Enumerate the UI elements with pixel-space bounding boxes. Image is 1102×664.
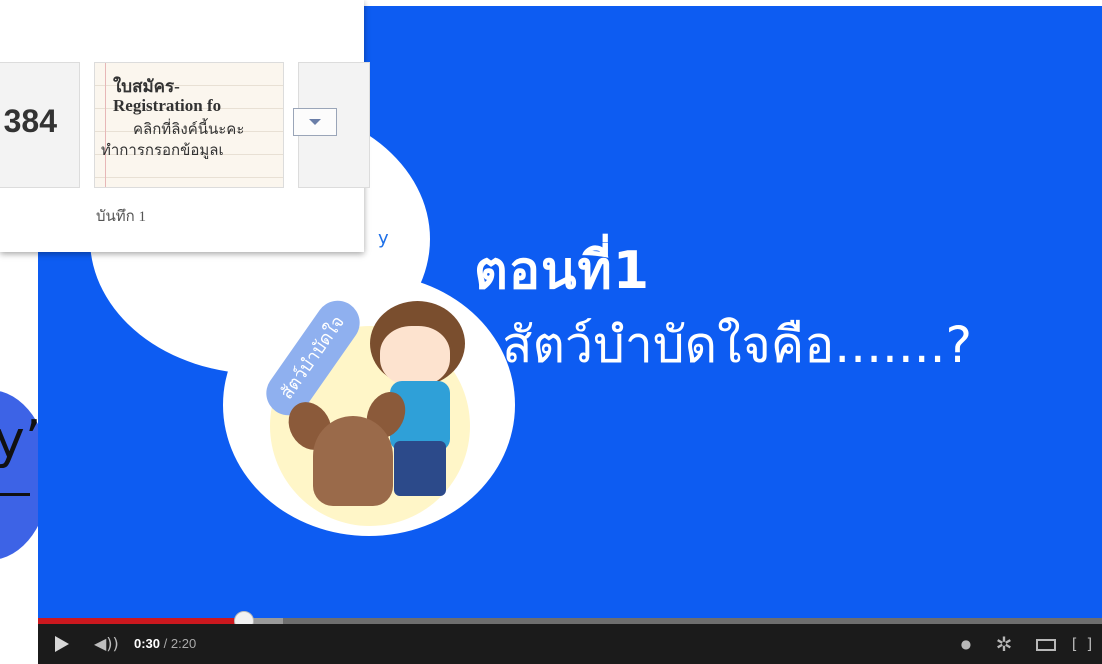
player-size-button[interactable] [1032,624,1060,664]
volume-icon: ◀)) [94,634,119,653]
form-title-line2: Registration fo [113,96,222,115]
dog-illustration [313,416,393,506]
dropdown-button[interactable] [293,108,337,136]
chevron-down-icon [309,119,321,125]
current-time: 0:30 [134,636,161,651]
note-label[interactable]: บันทึก 1 [96,204,146,228]
registration-form-tile[interactable]: ใบสมัคร- Registration fo คลิกที่ลิงค์นี้… [94,62,284,188]
watch-later-button[interactable]: ● [954,624,978,664]
attachment-popup: 384 ใบสมัคร- Registration fo คลิกที่ลิงค… [0,0,370,252]
gear-icon: ✲ [995,632,1013,656]
fullscreen-icon: [ ] [1071,635,1095,653]
fullscreen-button[interactable]: [ ] [1068,624,1098,664]
episode-title: ตอนที่1 [474,241,651,301]
clock-icon: ● [960,637,972,651]
girl-face [380,326,450,386]
count-value: 384 [3,103,57,139]
episode-subtitle: สัตว์บำบัดใจคือ.......? [502,316,973,374]
slide-text: y’ [0,410,42,470]
volume-button[interactable]: ◀)) [94,624,120,664]
total-time: / 2:20 [160,636,197,651]
form-desc-line2: ทำการกรอกข้อมูลเ [101,143,224,159]
girl-jeans [394,441,446,496]
notebook-margin [105,63,106,187]
logo-text-fragment-small: y [378,228,389,249]
rectangle-icon [1036,638,1056,651]
play-icon [55,636,69,652]
slide-underline [0,493,30,496]
player-controls: ◀)) 0:30 / 2:20 ● ✲ [ ] [38,624,1102,664]
time-display: 0:30 / 2:20 [134,624,196,664]
settings-button[interactable]: ✲ [990,624,1018,664]
count-tile[interactable]: 384 [0,62,80,188]
play-button[interactable] [38,624,86,664]
